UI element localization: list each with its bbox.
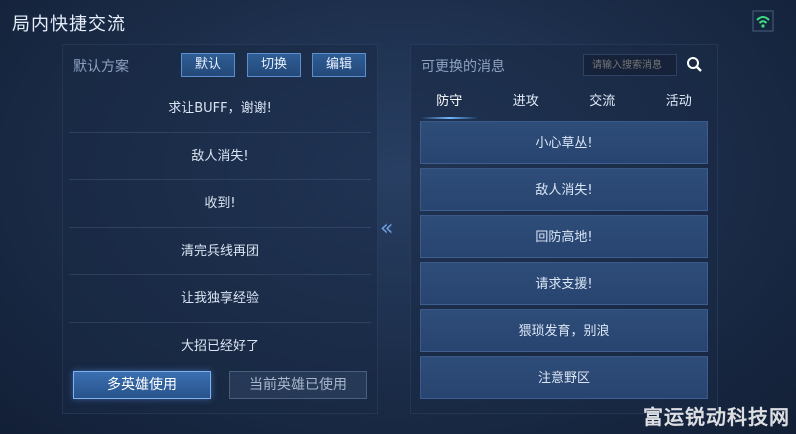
current-hero-used-button[interactable]: 当前英雄已使用 — [229, 371, 367, 399]
message-slot[interactable]: 大招已经好了 — [69, 323, 371, 371]
tab-activity[interactable]: 活动 — [641, 89, 718, 119]
watermark: 富运锐动科技网 — [643, 405, 790, 429]
left-panel-title: 默认方案 — [73, 59, 129, 75]
option-item[interactable]: 小心草丛! — [420, 121, 708, 164]
left-panel-header: 默认方案 默认 切换 编辑 — [63, 45, 377, 85]
message-slot[interactable]: 求让BUFF，谢谢! — [69, 85, 371, 133]
page-title: 局内快捷交流 — [12, 14, 126, 35]
search-input[interactable] — [583, 54, 677, 76]
default-scheme-panel: 默认方案 默认 切换 编辑 求让BUFF，谢谢! 敌人消失! 收到! 清完兵线再… — [62, 44, 378, 414]
option-item[interactable]: 请求支援! — [420, 262, 708, 305]
switch-button[interactable]: 切换 — [247, 53, 301, 77]
option-item[interactable]: 注意野区 — [420, 356, 708, 399]
message-slot[interactable]: 让我独享经验 — [69, 275, 371, 323]
double-chevron-left-icon[interactable]: « — [380, 216, 394, 241]
right-panel-header: 可更换的消息 — [411, 45, 717, 85]
message-slot[interactable]: 清完兵线再团 — [69, 228, 371, 275]
option-item[interactable]: 回防高地! — [420, 215, 708, 258]
signal-icon — [752, 10, 774, 32]
tab-communication[interactable]: 交流 — [564, 89, 641, 119]
tab-defense[interactable]: 防守 — [411, 89, 488, 119]
message-list: 求让BUFF，谢谢! 敌人消失! 收到! 清完兵线再团 让我独享经验 大招已经好… — [69, 85, 371, 370]
message-slot[interactable]: 收到! — [69, 180, 371, 228]
message-slot[interactable]: 敌人消失! — [69, 133, 371, 180]
option-item[interactable]: 猥琐发育，别浪 — [420, 309, 708, 352]
replaceable-messages-panel: 可更换的消息 防守 进攻 交流 活动 小心草丛! 敌人消失! 回防高地! 请求支… — [410, 44, 718, 414]
option-list: 小心草丛! 敌人消失! 回防高地! 请求支援! 猥琐发育，别浪 注意野区 — [420, 121, 708, 403]
default-button[interactable]: 默认 — [181, 53, 235, 77]
message-category-tabs: 防守 进攻 交流 活动 — [411, 89, 717, 119]
edit-button[interactable]: 编辑 — [312, 53, 366, 77]
multi-hero-use-button[interactable]: 多英雄使用 — [73, 371, 211, 399]
search-icon[interactable] — [683, 54, 707, 76]
tab-attack[interactable]: 进攻 — [488, 89, 565, 119]
option-item[interactable]: 敌人消失! — [420, 168, 708, 211]
right-panel-title: 可更换的消息 — [421, 59, 505, 75]
